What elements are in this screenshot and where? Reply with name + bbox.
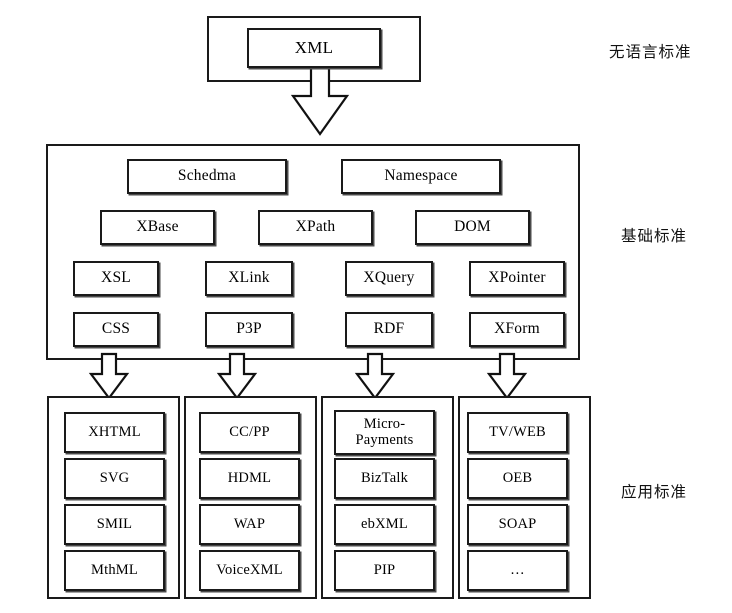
app-box-svg-label: SVG: [99, 469, 130, 486]
base-box-dom-label: DOM: [454, 218, 491, 236]
app-box-ebxml-label: ebXML: [361, 515, 408, 532]
side-label-no-language-standard-text: 无语言标准: [609, 43, 692, 61]
app-box-hdml-label: HDML: [227, 469, 272, 486]
app-box-soap[interactable]: SOAP: [467, 504, 568, 545]
app-box-biztalk[interactable]: BizTalk: [334, 458, 435, 499]
app-box-oeb[interactable]: OEB: [467, 458, 568, 499]
base-box-xlink-label: XLink: [228, 269, 270, 287]
base-box-css[interactable]: CSS: [73, 312, 159, 347]
app-box-mthml-label: MthML: [91, 561, 138, 578]
app-box-voicexml[interactable]: VoiceXML: [199, 550, 300, 591]
app-box-wap-label: WAP: [233, 515, 266, 532]
base-box-xquery-label: XQuery: [363, 269, 415, 287]
base-box-xpointer[interactable]: XPointer: [469, 261, 565, 296]
base-to-app-arrow-4: [486, 352, 528, 400]
app-box-ellipsis[interactable]: …: [467, 550, 568, 591]
base-box-xlink[interactable]: XLink: [205, 261, 293, 296]
base-box-p3p[interactable]: P3P: [205, 312, 293, 347]
base-box-xpath[interactable]: XPath: [258, 210, 373, 245]
app-box-xhtml[interactable]: XHTML: [64, 412, 165, 453]
app-box-micropayments-label: Micro- Payments: [355, 416, 414, 448]
app-box-biztalk-label: BizTalk: [360, 469, 409, 486]
base-box-rdf-label: RDF: [373, 320, 405, 338]
app-box-svg[interactable]: SVG: [64, 458, 165, 499]
base-box-xform[interactable]: XForm: [469, 312, 565, 347]
app-box-smil-label: SMIL: [96, 515, 133, 532]
app-box-voicexml-label: VoiceXML: [216, 561, 283, 578]
side-label-no-language-standard: 无语言标准: [609, 40, 692, 62]
base-box-p3p-label: P3P: [236, 320, 262, 338]
app-box-mthml[interactable]: MthML: [64, 550, 165, 591]
base-box-dom[interactable]: DOM: [415, 210, 530, 245]
app-box-pip[interactable]: PIP: [334, 550, 435, 591]
app-box-ebxml[interactable]: ebXML: [334, 504, 435, 545]
base-box-namespace[interactable]: Namespace: [341, 159, 501, 194]
app-box-tvweb-label: TV/WEB: [489, 423, 546, 440]
side-label-base-standard-text: 基础标准: [621, 227, 688, 245]
xml-box-label: XML: [294, 38, 334, 58]
base-box-xpointer-label: XPointer: [488, 269, 546, 287]
xml-to-base-arrow: [289, 58, 351, 136]
app-box-smil[interactable]: SMIL: [64, 504, 165, 545]
app-box-micropayments[interactable]: Micro- Payments: [334, 410, 435, 455]
base-box-xbase[interactable]: XBase: [100, 210, 215, 245]
app-box-soap-label: SOAP: [498, 515, 537, 532]
app-box-pip-label: PIP: [373, 561, 396, 578]
base-to-app-arrow-3: [354, 352, 396, 400]
base-box-xbase-label: XBase: [136, 218, 179, 236]
app-box-wap[interactable]: WAP: [199, 504, 300, 545]
base-box-xsl[interactable]: XSL: [73, 261, 159, 296]
base-box-rdf[interactable]: RDF: [345, 312, 433, 347]
side-label-base-standard: 基础标准: [621, 224, 687, 246]
side-label-application-standard: 应用标准: [621, 480, 687, 502]
app-box-ccpp-label: CC/PP: [229, 423, 270, 440]
base-to-app-arrow-2: [216, 352, 258, 400]
xml-box[interactable]: XML: [247, 28, 381, 68]
app-box-ellipsis-label: …: [510, 561, 525, 578]
app-box-tvweb[interactable]: TV/WEB: [467, 412, 568, 453]
base-box-xquery[interactable]: XQuery: [345, 261, 433, 296]
app-box-hdml[interactable]: HDML: [199, 458, 300, 499]
base-box-schedma-label: Schedma: [177, 167, 237, 185]
app-box-oeb-label: OEB: [502, 469, 533, 486]
app-box-ccpp[interactable]: CC/PP: [199, 412, 300, 453]
base-box-schedma[interactable]: Schedma: [127, 159, 287, 194]
base-box-xsl-label: XSL: [101, 269, 131, 287]
app-box-xhtml-label: XHTML: [88, 423, 141, 440]
base-to-app-arrow-1: [88, 352, 130, 400]
diagram-canvas: XML 无语言标准 Schedma Namespace XBase XPath …: [0, 0, 732, 613]
base-box-css-label: CSS: [101, 320, 131, 338]
side-label-application-standard-text: 应用标准: [621, 483, 688, 501]
base-box-xform-label: XForm: [494, 320, 540, 338]
base-box-xpath-label: XPath: [295, 218, 336, 236]
base-box-namespace-label: Namespace: [384, 167, 458, 185]
